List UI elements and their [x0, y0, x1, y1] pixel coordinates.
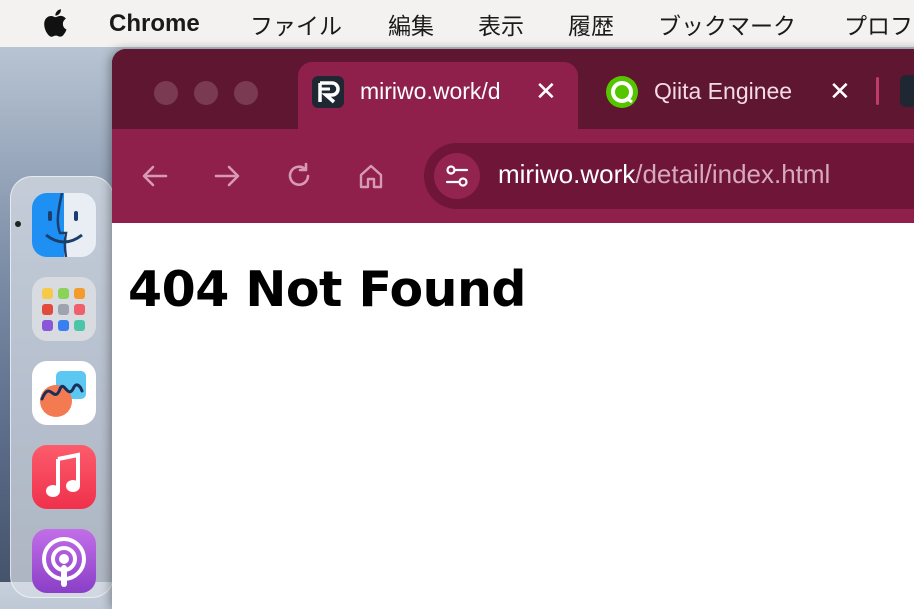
running-indicator [15, 221, 21, 227]
home-icon[interactable] [356, 161, 386, 191]
qiita-logo-icon [606, 76, 638, 108]
close-window-button[interactable] [154, 81, 178, 105]
freeform-icon[interactable] [32, 361, 96, 425]
menu-file[interactable]: ファイル [250, 7, 342, 41]
close-tab-icon[interactable]: ✕ [535, 79, 557, 105]
miriwo-logo-icon [312, 76, 344, 108]
podcasts-icon[interactable] [32, 529, 96, 593]
address-bar[interactable]: miriwo.work/detail/index.html [424, 143, 914, 209]
menu-history[interactable]: 履歴 [568, 7, 614, 41]
zoom-window-button[interactable] [234, 81, 258, 105]
reload-icon[interactable] [284, 161, 314, 191]
site-info-button[interactable] [434, 153, 480, 199]
apple-logo-icon[interactable] [40, 8, 68, 38]
browser-window: miriwo.work/d ✕ Qiita Enginee ✕ miriwo.w… [112, 49, 914, 609]
tab-separator [876, 77, 879, 105]
page-content: 404 Not Found [112, 223, 914, 609]
menu-app-name[interactable]: Chrome [109, 10, 200, 38]
url-text[interactable]: miriwo.work/detail/index.html [498, 159, 830, 190]
tab-title: miriwo.work/d [360, 78, 501, 104]
back-icon[interactable] [140, 161, 170, 191]
menu-view[interactable]: 表示 [478, 7, 524, 41]
forward-icon[interactable] [212, 161, 242, 191]
miriwo-logo-icon[interactable] [900, 75, 914, 107]
minimize-window-button[interactable] [194, 81, 218, 105]
launchpad-icon[interactable] [32, 277, 96, 341]
tab-title: Qiita Enginee [654, 78, 793, 104]
close-tab-icon[interactable]: ✕ [829, 79, 851, 105]
menu-bookmarks[interactable]: ブックマーク [658, 7, 796, 41]
finder-icon[interactable] [32, 193, 96, 257]
dock [10, 176, 114, 598]
menu-edit[interactable]: 編集 [388, 7, 434, 41]
page-heading: 404 Not Found [128, 261, 527, 318]
url-host: miriwo.work [498, 159, 636, 189]
tab-miriwo[interactable]: miriwo.work/d ✕ [298, 62, 578, 132]
music-icon[interactable] [32, 445, 96, 509]
url-path: /detail/index.html [635, 159, 831, 189]
toolbar: miriwo.work/detail/index.html [112, 129, 914, 223]
menu-bar: Chrome ファイル 編集 表示 履歴 ブックマーク プロフ [0, 0, 914, 47]
tab-qiita[interactable]: Qiita Enginee ✕ [592, 62, 872, 122]
tab-strip: miriwo.work/d ✕ Qiita Enginee ✕ [112, 49, 914, 132]
tune-icon [445, 165, 469, 187]
menu-profile[interactable]: プロフ [844, 7, 913, 41]
